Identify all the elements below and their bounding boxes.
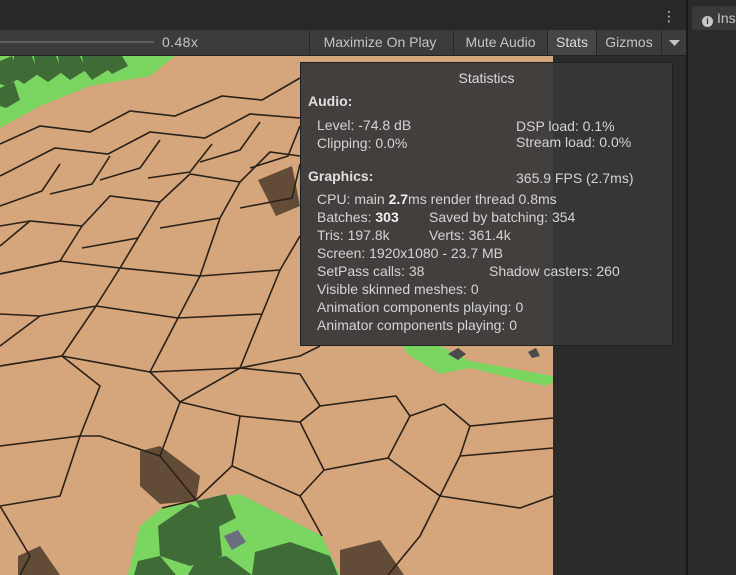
gizmos-dropdown[interactable] [661, 30, 687, 55]
verts-count: Verts: 361.4k [429, 227, 511, 243]
inspector-tab-label: Ins [717, 10, 736, 26]
info-icon: i [702, 16, 713, 27]
audio-level: Level: -74.8 dB [317, 117, 412, 133]
setpass-calls: SetPass calls: 38 [317, 263, 425, 279]
kebab-menu-icon[interactable]: ⋮ [660, 6, 678, 26]
scene-tab-strip [0, 0, 686, 30]
audio-clipping: Clipping: 0.0% [317, 135, 408, 151]
graphics-header: Graphics: [308, 168, 374, 184]
batches: Batches: 303 [317, 209, 399, 225]
audio-header: Audio: [308, 93, 353, 109]
animator-components: Animator components playing: 0 [317, 317, 517, 333]
dsp-load: DSP load: 0.1% [516, 118, 615, 134]
gizmos-button[interactable]: Gizmos [596, 30, 661, 55]
game-view-toolbar: 0.48x Maximize On Play Mute Audio Stats … [0, 30, 687, 56]
stats-button[interactable]: Stats [547, 30, 596, 55]
fps-readout: 365.9 FPS (2.7ms) [516, 170, 634, 186]
statistics-panel: Statistics Audio: Level: -74.8 dB DSP lo… [300, 62, 673, 346]
skinned-meshes: Visible skinned meshes: 0 [317, 281, 479, 297]
maximize-on-play-button[interactable]: Maximize On Play [309, 30, 450, 55]
stats-title: Statistics [458, 70, 515, 86]
scale-value: 0.48x [162, 34, 199, 50]
stream-load: Stream load: 0.0% [516, 134, 632, 150]
cpu-time: CPU: main 2.7ms render thread 0.8ms [317, 191, 557, 207]
saved-by-batching: Saved by batching: 354 [429, 209, 576, 225]
inspector-panel: i Ins [686, 0, 736, 575]
inspector-tab[interactable]: i Ins [692, 6, 736, 30]
animation-components: Animation components playing: 0 [317, 299, 524, 315]
mute-audio-button[interactable]: Mute Audio [453, 30, 547, 55]
shadow-casters: Shadow casters: 260 [489, 263, 620, 279]
screen-info: Screen: 1920x1080 - 23.7 MB [317, 245, 504, 261]
dropdown-arrow-icon [669, 40, 680, 47]
tris-count: Tris: 197.8k [317, 227, 390, 243]
scale-slider[interactable] [0, 41, 154, 43]
